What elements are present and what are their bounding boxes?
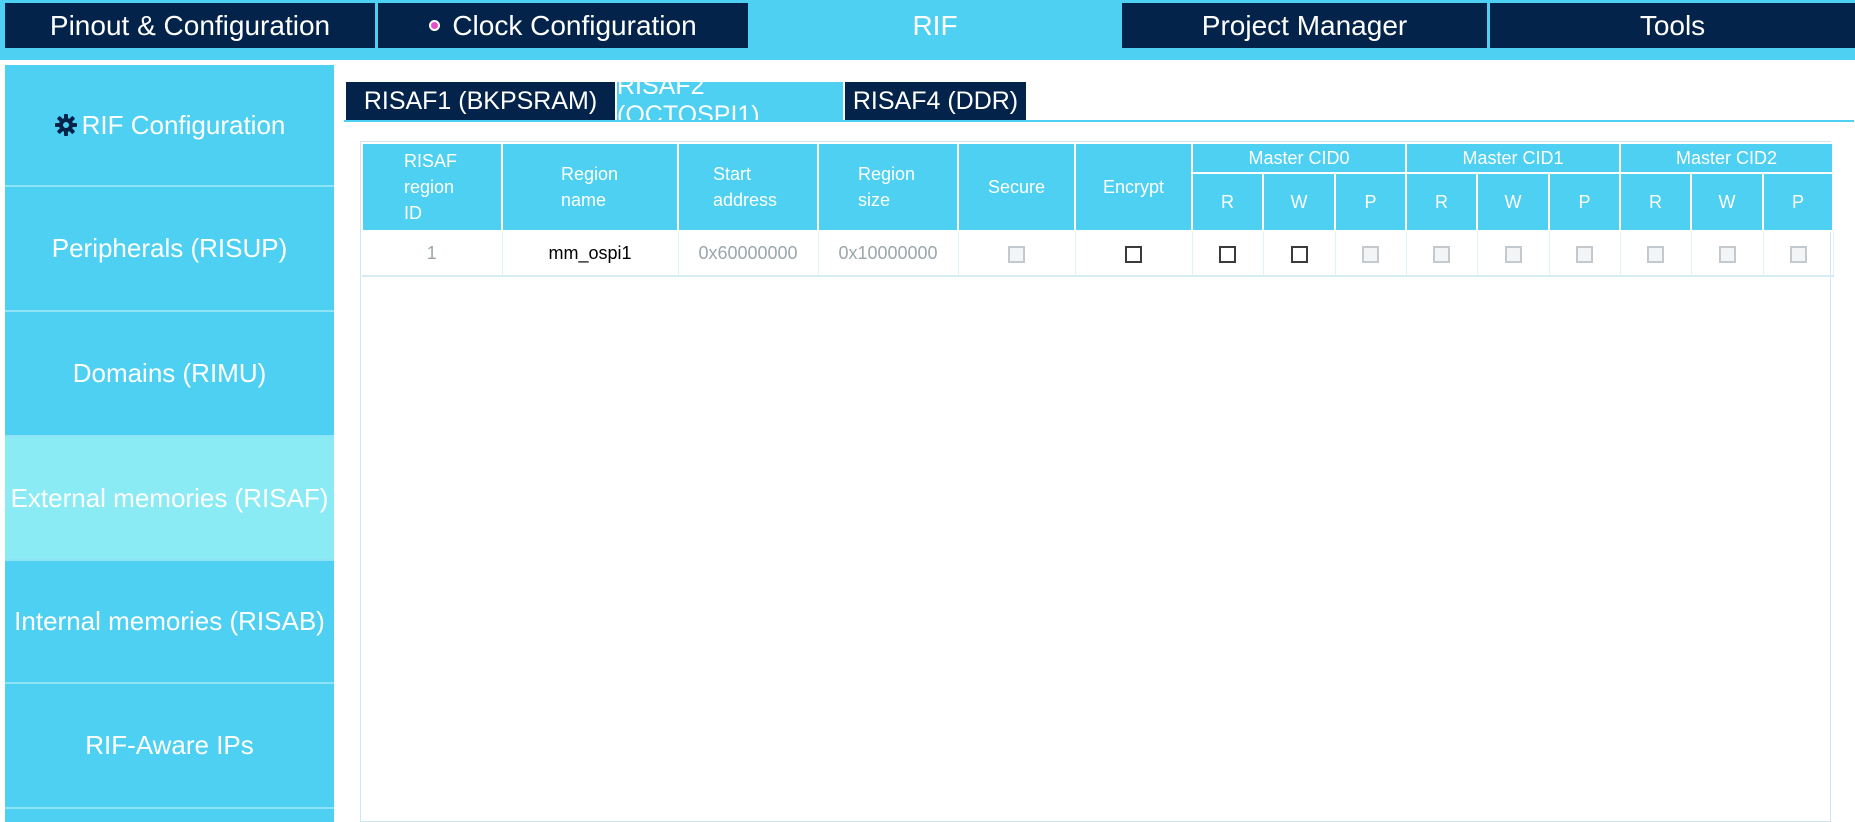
secure-checkbox[interactable] — [1008, 245, 1025, 263]
col-header-region-size: Region size — [817, 142, 959, 232]
tab-label: Clock Configuration — [452, 9, 697, 41]
tab-label: Project Manager — [1201, 9, 1408, 41]
sidebar-item-domains[interactable]: Domains (RIMU) — [5, 312, 334, 437]
tab-label: RIF — [912, 9, 958, 41]
cid2-read-checkbox[interactable] — [1647, 245, 1664, 263]
sidebar-item-rif-configuration[interactable]: RIF Configuration — [5, 65, 334, 187]
sidebar-item-label: Domains (RIMU) — [72, 358, 267, 388]
main-panel: RISAF1 (BKPSRAM) RISAF2 (OCTOSPI1) RISAF… — [336, 60, 1855, 822]
sidebar-item-label: Peripherals (RISUP) — [51, 233, 288, 263]
cell-region-name[interactable]: mm_ospi1 — [502, 231, 679, 277]
tab-tools[interactable]: Tools — [1490, 3, 1855, 48]
col-header-master-cid0: Master CID0 — [1191, 142, 1407, 174]
sidebar-item-internal-memories[interactable]: Internal memories (RISAB) — [5, 561, 334, 684]
sidebar-item-label: Internal memories (RISAB) — [14, 606, 325, 636]
cid1-read-checkbox[interactable] — [1433, 245, 1450, 263]
col-header-cid0-w: W — [1262, 172, 1336, 232]
col-header-encrypt: Encrypt — [1074, 142, 1193, 232]
header-line: RISAF — [404, 151, 458, 171]
cell-start-address[interactable]: 0x60000000 — [678, 231, 819, 277]
cell-region-size[interactable]: 0x10000000 — [818, 231, 959, 277]
col-header-region-id: RISAF region ID — [361, 142, 503, 232]
sidebar-item-peripherals[interactable]: Peripherals (RISUP) — [5, 187, 334, 312]
encrypt-checkbox[interactable] — [1125, 245, 1142, 263]
col-header-cid2-p: P — [1762, 172, 1834, 232]
cell-encrypt — [1075, 231, 1193, 277]
col-header-cid2-w: W — [1690, 172, 1764, 232]
header-line: address — [713, 190, 778, 210]
cid0-read-checkbox[interactable] — [1219, 245, 1236, 263]
col-header-region-name: Region name — [501, 142, 679, 232]
tab-project-manager[interactable]: Project Manager — [1122, 3, 1487, 48]
warning-dot-icon — [429, 20, 441, 31]
col-header-master-cid2: Master CID2 — [1619, 142, 1834, 174]
tab-pinout-configuration[interactable]: Pinout & Configuration — [5, 3, 375, 48]
tab-rif[interactable]: RIF — [750, 3, 1120, 48]
subtab-label: RISAF1 (BKPSRAM) — [363, 86, 598, 115]
subtab-label: RISAF4 (DDR) — [852, 86, 1019, 115]
sidebar-item-label: External memories (RISAF) — [10, 482, 329, 513]
subtab-risaf1[interactable]: RISAF1 (BKPSRAM) — [346, 82, 615, 120]
sidebar-item-label: RIF-Aware IPs — [85, 730, 254, 760]
cell-cid1-w — [1477, 231, 1550, 277]
col-header-cid1-w: W — [1476, 172, 1550, 232]
col-header-cid2-r: R — [1619, 172, 1692, 232]
subtab-risaf2[interactable]: RISAF2 (OCTOSPI1) — [617, 72, 843, 129]
header-line: Start — [713, 164, 752, 184]
header-line: name — [561, 190, 607, 210]
cell-secure — [958, 231, 1076, 277]
header-line: ID — [404, 203, 422, 223]
sidebar-item-label: RIF Configuration — [81, 109, 286, 140]
cid1-write-checkbox[interactable] — [1504, 245, 1522, 263]
col-header-secure: Secure — [957, 142, 1076, 232]
cid2-write-checkbox[interactable] — [1718, 245, 1736, 263]
cid0-privileged-checkbox[interactable] — [1362, 245, 1379, 263]
col-header-cid0-p: P — [1334, 172, 1407, 232]
col-header-cid1-p: P — [1548, 172, 1621, 232]
header-line: size — [858, 190, 891, 210]
cid1-privileged-checkbox[interactable] — [1576, 245, 1593, 263]
gear-icon — [54, 113, 78, 137]
cell-cid0-r — [1192, 231, 1264, 277]
cell-cid2-r — [1620, 231, 1692, 277]
cid2-privileged-checkbox[interactable] — [1789, 245, 1807, 263]
risaf-table-container: RISAF region ID Region name Start addres… — [360, 141, 1834, 822]
cell-cid1-r — [1406, 231, 1478, 277]
col-header-cid0-r: R — [1191, 172, 1264, 232]
tab-label: Tools — [1639, 9, 1706, 41]
top-navigation: Pinout & Configuration Clock Configurati… — [0, 0, 1855, 60]
header-line: Region — [858, 164, 916, 184]
cell-cid2-p — [1763, 231, 1834, 277]
col-header-cid1-r: R — [1405, 172, 1478, 232]
header-line: region — [404, 177, 455, 197]
sidebar-item-next[interactable] — [5, 809, 334, 822]
subtab-underline — [344, 120, 1854, 122]
header-line: Region — [561, 164, 619, 184]
cell-cid0-p — [1335, 231, 1407, 277]
sidebar: RIF Configuration Peripherals (RISUP) Do… — [0, 60, 336, 822]
col-header-start-address: Start address — [677, 142, 819, 232]
risaf-region-table: RISAF region ID Region name Start addres… — [361, 142, 1834, 277]
cell-cid2-w — [1691, 231, 1764, 277]
table-row[interactable]: 1 mm_ospi1 0x60000000 0x10000000 — [362, 231, 1834, 277]
tab-clock-configuration[interactable]: Clock Configuration — [378, 3, 748, 48]
subtab-risaf4[interactable]: RISAF4 (DDR) — [845, 82, 1026, 120]
cid0-write-checkbox[interactable] — [1290, 245, 1308, 263]
sidebar-item-rif-aware-ips[interactable]: RIF-Aware IPs — [5, 684, 334, 809]
cell-cid0-w — [1263, 231, 1336, 277]
tab-label: Pinout & Configuration — [49, 9, 331, 41]
cell-region-id: 1 — [362, 231, 503, 277]
col-header-master-cid1: Master CID1 — [1405, 142, 1621, 174]
sidebar-item-external-memories[interactable]: External memories (RISAF) — [5, 437, 334, 561]
cell-cid1-p — [1549, 231, 1621, 277]
